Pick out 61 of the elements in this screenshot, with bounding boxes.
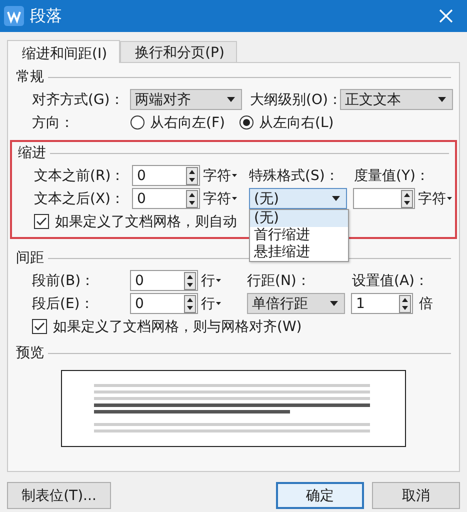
checkbox-option[interactable]: 如果定义了文档网格，则自动 xyxy=(34,212,237,230)
line-spacing-dropdown[interactable]: 单倍行距 xyxy=(247,293,345,314)
spin-field[interactable]: 0 xyxy=(130,293,198,314)
unit-dropdown[interactable]: 行 xyxy=(198,294,247,312)
caret-icon xyxy=(438,97,446,102)
spin-field[interactable]: 0 xyxy=(132,188,200,209)
window-title: 段落 xyxy=(30,6,63,26)
tab[interactable]: 缩进和间距(I) xyxy=(7,40,120,63)
field-label: 度量值(Y)： xyxy=(354,166,430,184)
caret-icon xyxy=(330,301,338,306)
outline-level-dropdown[interactable]: 正文文本 xyxy=(340,89,453,110)
caret-icon xyxy=(216,279,221,282)
radio-option[interactable]: 从左向右(L) xyxy=(238,114,334,132)
field-label: 特殊格式(S)： xyxy=(249,166,340,184)
section-title: 间距 xyxy=(16,249,44,267)
field-label: 段后(E)： xyxy=(32,294,95,312)
field-label: 设置值(A)： xyxy=(352,272,429,290)
spinner-icon xyxy=(184,294,196,312)
dialog-button[interactable]: 制表位(T)... xyxy=(7,482,111,509)
unit-dropdown[interactable]: 字符 xyxy=(415,190,464,208)
spinner-icon xyxy=(186,190,198,208)
caret-icon xyxy=(216,302,221,305)
spin-field[interactable] xyxy=(353,188,415,209)
app-logo-icon xyxy=(4,6,24,26)
unit-dropdown[interactable]: 行 xyxy=(198,272,247,290)
unit-label: 倍 xyxy=(419,294,433,312)
field-label: 段前(B)： xyxy=(32,272,96,290)
spinner-icon xyxy=(186,166,198,184)
field-label: 文本之后(X)： xyxy=(34,190,126,208)
dialog-button[interactable]: 取消 xyxy=(372,482,460,509)
section-title: 预览 xyxy=(16,344,44,362)
spin-field[interactable]: 1 xyxy=(351,293,413,314)
checkbox-option[interactable]: 如果定义了文档网格，则与网格对齐(W) xyxy=(32,318,302,336)
dropdown-option[interactable]: (无) xyxy=(250,210,348,227)
field-label: 方向： xyxy=(32,114,75,132)
dialog-button[interactable]: 确定 xyxy=(276,482,364,509)
close-icon[interactable] xyxy=(439,9,453,23)
field-label: 对齐方式(G)： xyxy=(32,90,125,108)
alignment-dropdown[interactable]: 两端对齐 xyxy=(130,89,242,110)
caret-icon xyxy=(227,97,235,102)
caret-icon xyxy=(447,197,452,200)
spin-field[interactable]: 0 xyxy=(132,165,200,186)
section-title: 缩进 xyxy=(18,144,46,162)
dropdown-option[interactable]: 悬挂缩进 xyxy=(250,244,348,261)
section-title: 常规 xyxy=(16,68,44,86)
special-format-dropdown[interactable]: (无) xyxy=(249,188,347,209)
radio-option[interactable]: 从右向左(F) xyxy=(130,114,225,132)
dropdown-option[interactable]: 首行缩进 xyxy=(250,227,348,244)
field-label: 文本之前(R)： xyxy=(34,166,126,184)
caret-icon xyxy=(332,196,340,201)
spinner-icon xyxy=(399,294,411,312)
caret-icon xyxy=(232,197,237,200)
spin-field[interactable]: 0 xyxy=(130,270,198,291)
tab[interactable]: 换行和分页(P) xyxy=(120,41,238,62)
spinner-icon xyxy=(184,272,196,290)
unit-dropdown[interactable]: 字符 xyxy=(200,166,249,184)
field-label: 行距(N)： xyxy=(247,272,312,290)
unit-dropdown[interactable]: 字符 xyxy=(200,190,249,208)
caret-icon xyxy=(232,174,237,177)
spinner-icon xyxy=(401,190,413,208)
field-label: 大纲级别(O)： xyxy=(250,90,340,108)
